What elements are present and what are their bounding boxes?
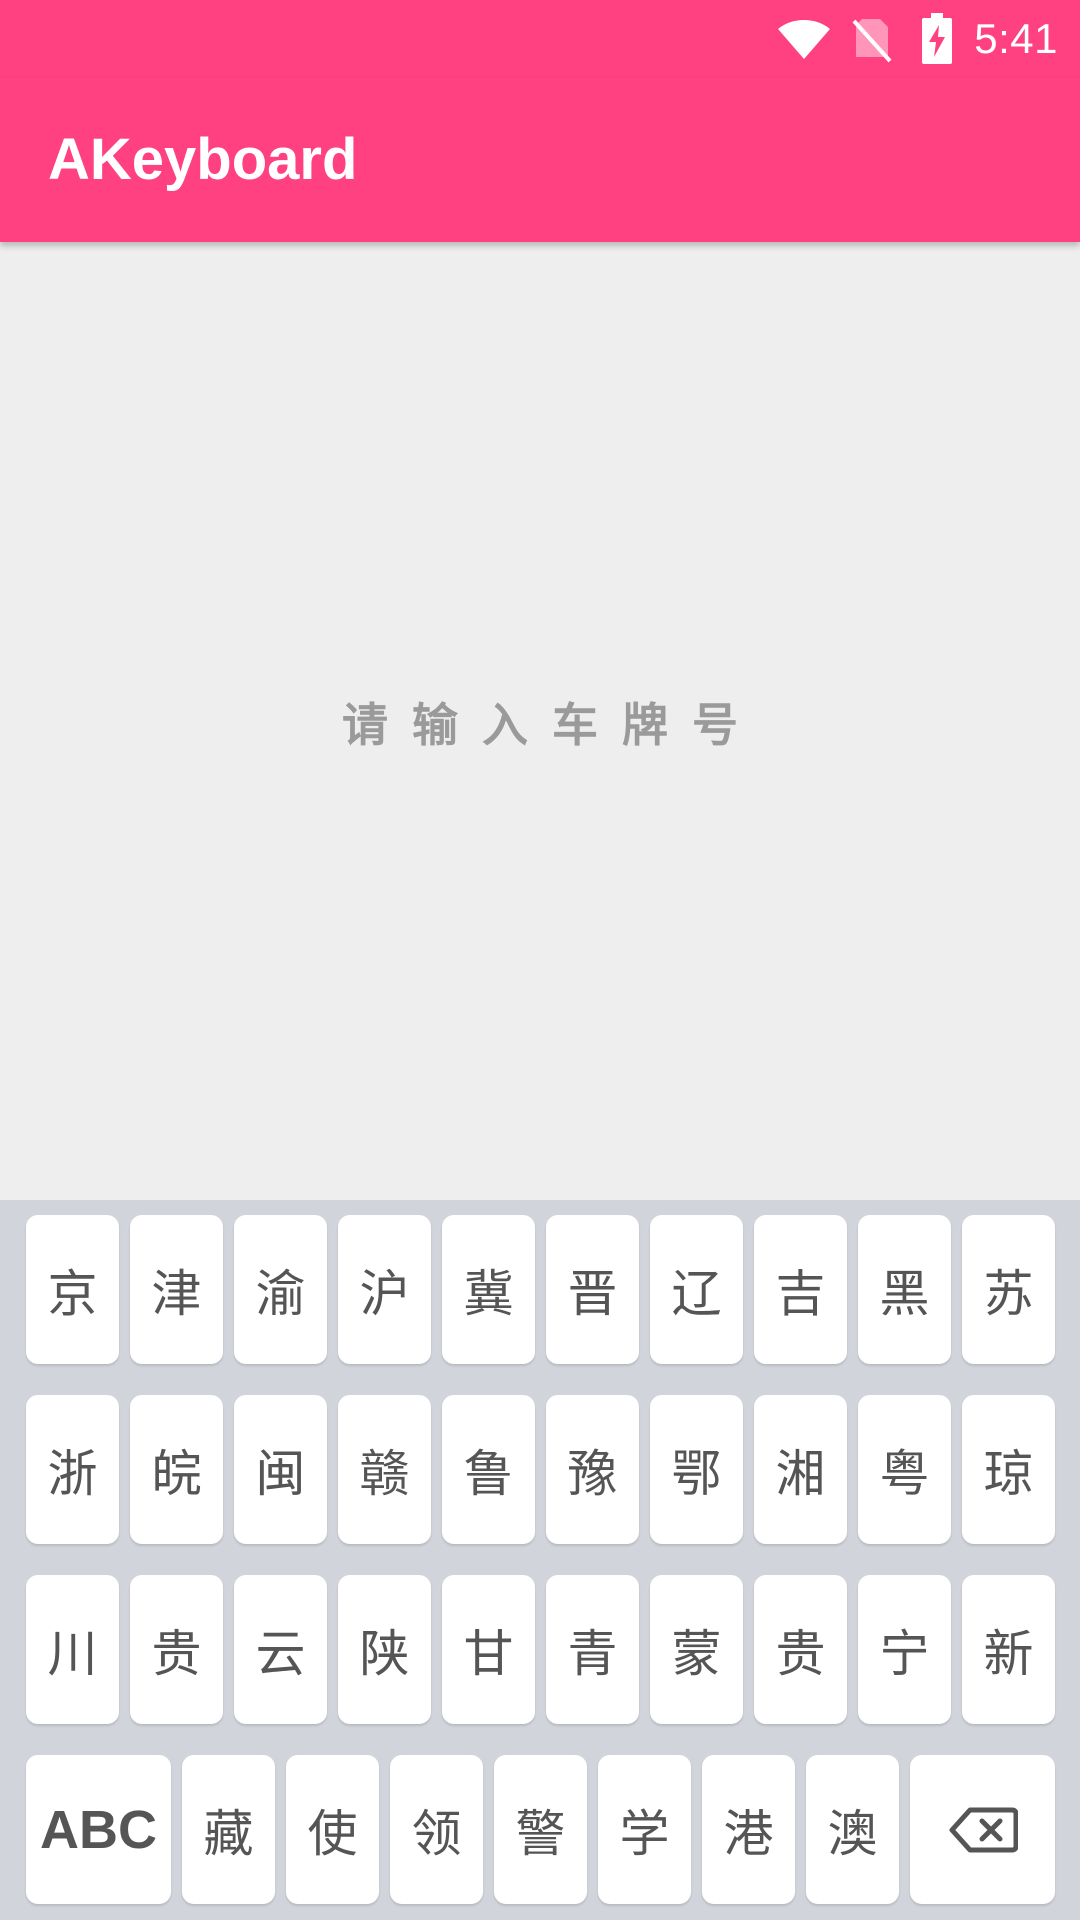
- plate-keyboard: 京 津 渝 沪 冀 晋 辽 吉 黑 苏 浙 皖 闽 赣 鲁 豫 鄂 湘 粤 琼 …: [0, 1200, 1080, 1920]
- key-yu[interactable]: 渝: [234, 1215, 327, 1364]
- key-ji[interactable]: 冀: [442, 1215, 535, 1364]
- key-ning[interactable]: 宁: [858, 1575, 951, 1724]
- key-gui-2[interactable]: 贵: [754, 1575, 847, 1724]
- key-xiang[interactable]: 湘: [754, 1395, 847, 1544]
- key-yue[interactable]: 粤: [858, 1395, 951, 1544]
- app-bar: AKeyboard: [0, 78, 1080, 242]
- key-min[interactable]: 闽: [234, 1395, 327, 1544]
- key-e[interactable]: 鄂: [650, 1395, 743, 1544]
- key-yu-henan[interactable]: 豫: [546, 1395, 639, 1544]
- key-lu[interactable]: 鲁: [442, 1395, 535, 1544]
- no-sim-icon: [852, 19, 892, 63]
- wifi-icon: [778, 20, 831, 59]
- abc-switch-button[interactable]: ABC: [26, 1755, 171, 1904]
- key-jing[interactable]: 京: [26, 1215, 119, 1364]
- key-shi[interactable]: 使: [286, 1755, 379, 1904]
- key-gan-jiangxi[interactable]: 赣: [338, 1395, 431, 1544]
- key-hu[interactable]: 沪: [338, 1215, 431, 1364]
- key-qing[interactable]: 青: [546, 1575, 639, 1724]
- key-chuan[interactable]: 川: [26, 1575, 119, 1724]
- key-zang[interactable]: 藏: [182, 1755, 275, 1904]
- delete-button[interactable]: [910, 1755, 1055, 1904]
- key-wan[interactable]: 皖: [130, 1395, 223, 1544]
- key-liao[interactable]: 辽: [650, 1215, 743, 1364]
- key-ling[interactable]: 领: [390, 1755, 483, 1904]
- key-meng[interactable]: 蒙: [650, 1575, 743, 1724]
- key-gan-gansu[interactable]: 甘: [442, 1575, 535, 1724]
- status-icons: 5:41: [776, 0, 1058, 78]
- plate-number-input[interactable]: 请输入车牌号: [0, 695, 1080, 755]
- key-gui[interactable]: 贵: [130, 1575, 223, 1724]
- key-jin[interactable]: 津: [130, 1215, 223, 1364]
- status-bar: 5:41: [0, 0, 1080, 78]
- status-time: 5:41: [974, 15, 1058, 62]
- battery-charging-icon: [922, 13, 953, 64]
- key-su[interactable]: 苏: [962, 1215, 1055, 1364]
- key-xue[interactable]: 学: [598, 1755, 691, 1904]
- key-xin[interactable]: 新: [962, 1575, 1055, 1724]
- key-ji-jilin[interactable]: 吉: [754, 1215, 847, 1364]
- key-zhe[interactable]: 浙: [26, 1395, 119, 1544]
- key-yun[interactable]: 云: [234, 1575, 327, 1724]
- key-shan[interactable]: 陕: [338, 1575, 431, 1724]
- backspace-icon: [949, 1807, 1018, 1852]
- key-qiong[interactable]: 琼: [962, 1395, 1055, 1544]
- app-title: AKeyboard: [48, 127, 358, 192]
- key-jing-police[interactable]: 警: [494, 1755, 587, 1904]
- key-gang[interactable]: 港: [702, 1755, 795, 1904]
- key-ao[interactable]: 澳: [806, 1755, 899, 1904]
- key-hei[interactable]: 黑: [858, 1215, 951, 1364]
- key-jin-shanxi[interactable]: 晋: [546, 1215, 639, 1364]
